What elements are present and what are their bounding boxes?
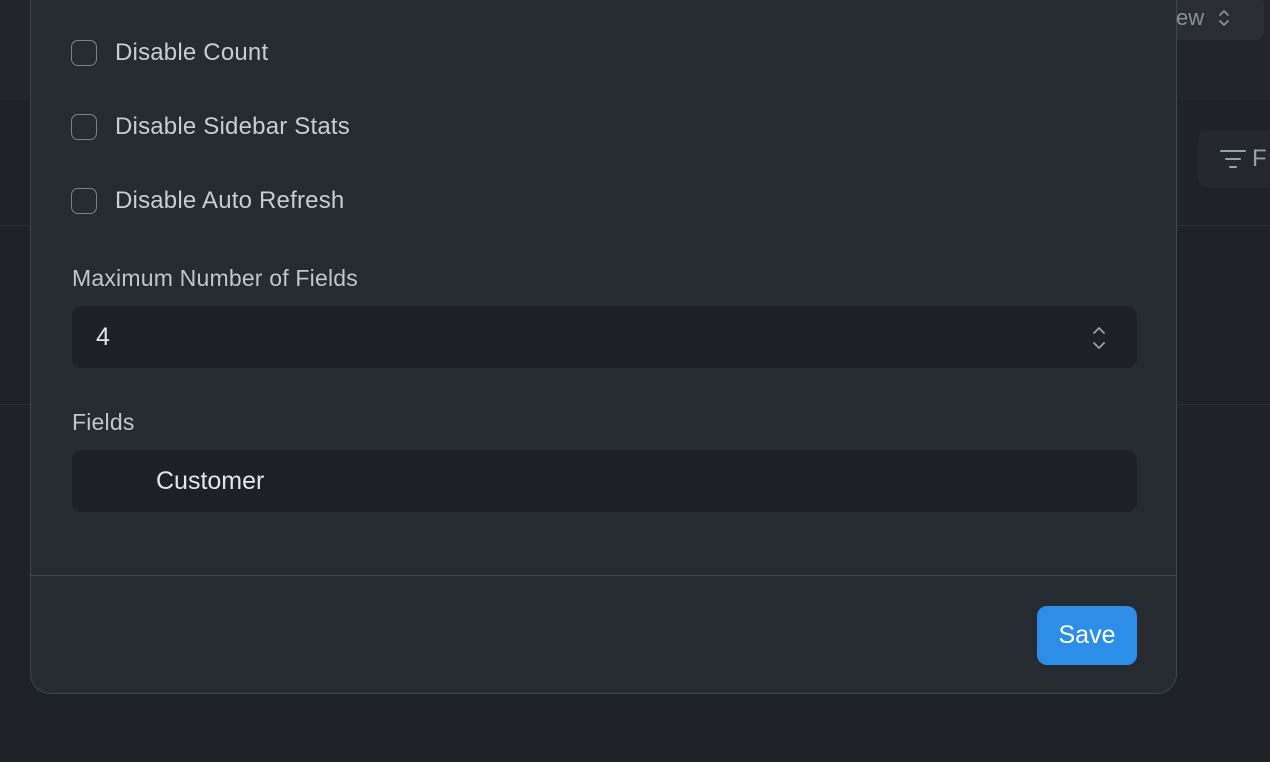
stepper-icon[interactable]	[1091, 324, 1107, 352]
disable-count-row[interactable]: Disable Count	[71, 39, 268, 67]
disable-auto-refresh-row[interactable]: Disable Auto Refresh	[71, 187, 344, 215]
disable-auto-refresh-label: Disable Auto Refresh	[115, 187, 345, 214]
filter-button-label: F	[1252, 145, 1267, 172]
disable-auto-refresh-checkbox[interactable]	[71, 188, 97, 214]
disable-count-checkbox[interactable]	[71, 40, 97, 66]
list-settings-dialog: Disable Count Disable Sidebar Stats Disa…	[30, 0, 1177, 694]
filter-button[interactable]: F	[1198, 130, 1270, 188]
max-fields-label: Maximum Number of Fields	[72, 265, 358, 291]
max-fields-value: 4	[96, 322, 110, 351]
disable-count-label: Disable Count	[115, 39, 269, 66]
fields-label: Fields	[72, 409, 135, 435]
filter-icon	[1220, 150, 1246, 168]
max-fields-input[interactable]: 4	[72, 306, 1137, 368]
fields-value: Customer	[156, 466, 265, 495]
fields-input[interactable]: Customer	[72, 450, 1137, 512]
dialog-footer-divider	[31, 575, 1176, 576]
save-button[interactable]: Save	[1037, 606, 1137, 665]
view-select-label: ew	[1176, 5, 1205, 30]
disable-sidebar-stats-checkbox[interactable]	[71, 114, 97, 140]
chevron-updown-icon	[1218, 8, 1230, 28]
disable-sidebar-stats-label: Disable Sidebar Stats	[115, 113, 350, 140]
disable-sidebar-stats-row[interactable]: Disable Sidebar Stats	[71, 113, 350, 141]
